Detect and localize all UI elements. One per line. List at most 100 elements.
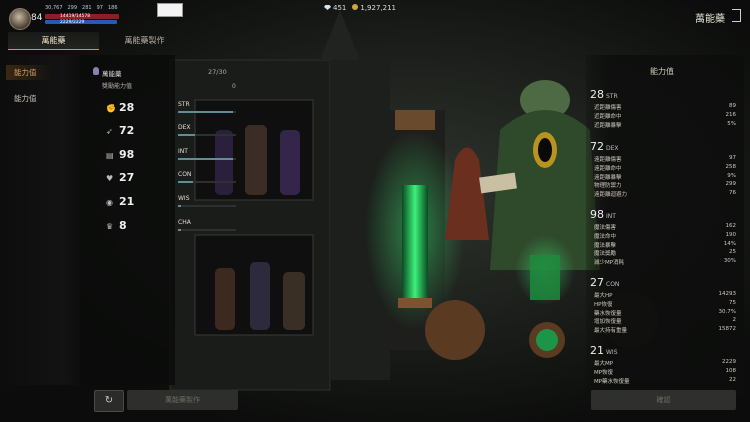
bar-label-str: STR [178, 101, 190, 108]
gem-counter: 451 [324, 4, 346, 12]
ability-row: 減少MP消耗 30% [594, 258, 736, 266]
stat-row-con: ♥ 27 [106, 171, 134, 184]
ability-row-label: HP恢復 [594, 301, 613, 308]
feather-icon: ➶ [106, 126, 113, 136]
ability-group-value: 98 [590, 208, 604, 221]
tab-potion-craft[interactable]: 萬能藥製作 [99, 32, 190, 50]
hp-text: 14419/14578 [60, 14, 91, 19]
bar-label-dex: DEX [178, 124, 191, 131]
hud-stat-d: 186 [107, 5, 118, 11]
ability-row-value: 216 [725, 111, 737, 118]
ability-row-label: 魔法暴擊 [594, 242, 617, 249]
ability-row: 增加恢復量 2 [594, 317, 736, 325]
bar-fill [178, 111, 234, 113]
hud-stat-c: 97 [96, 5, 103, 11]
ability-row-label: 遠距離暴擊 [594, 174, 622, 181]
crown-icon: ♛ [106, 221, 114, 231]
ability-row: 最大HP 14293 [594, 291, 736, 299]
eye-icon: ◉ [106, 197, 113, 207]
potion-bonus-value: 0 [232, 83, 236, 90]
potion-bonus-label: 獎勵能力值 [102, 83, 133, 90]
potion-count: 27/30 [208, 68, 227, 76]
ability-row-value: 108 [725, 367, 737, 374]
ability-row-value: 299 [725, 181, 737, 188]
bar-dex [178, 134, 236, 136]
diamond-icon [324, 5, 331, 10]
stat-value: 28 [119, 101, 135, 114]
ability-row-value: 2 [732, 317, 737, 324]
ability-row: 遠距離暴擊 9% [594, 173, 736, 181]
gold-counter: 1,927,211 [352, 4, 396, 12]
ability-row-value: 75 [729, 299, 736, 306]
coin-icon [352, 4, 359, 10]
tab-bar: 萬能藥 萬能藥製作 [8, 32, 190, 50]
ability-group-value: 27 [590, 276, 604, 289]
ability-row: 遠距離迴避力 76 [594, 190, 736, 198]
ability-group-value: 72 [590, 140, 604, 153]
stat-value: 8 [119, 219, 127, 232]
bar-label-wis: WIS [178, 195, 190, 202]
ability-row: 藥水恢復量 30.7% [594, 309, 736, 317]
page-title: 萬能藥 [695, 14, 725, 25]
sidebar-item-label: 能力值 [14, 68, 37, 77]
gem-amount: 451 [333, 4, 347, 12]
hud-white-box [157, 3, 183, 17]
create-potion-button[interactable]: 萬能藥製作 [127, 390, 238, 410]
ability-row-label: 遠距離迴避力 [594, 192, 628, 199]
bar-fill [178, 181, 193, 183]
ability-row: HP恢復 75 [594, 300, 736, 308]
tab-potion[interactable]: 萬能藥 [8, 32, 99, 50]
ability-row-value: 89 [729, 103, 736, 109]
ability-group-head: 98 INT [590, 208, 616, 221]
ability-row-label: MP藥水恢復量 [594, 378, 630, 385]
stat-row-int: ▤ 98 [106, 148, 134, 161]
sidebar: 能力值 能力值 [0, 55, 80, 385]
ability-row: 近距離傷害 89 [594, 103, 736, 111]
ability-row-label: 最大持有重量 [594, 328, 628, 335]
stat-value: 21 [119, 195, 135, 208]
bar-fill [178, 229, 181, 231]
ability-group-key: DEX [606, 145, 619, 152]
ability-group-key: INT [606, 213, 616, 220]
player-avatar[interactable] [9, 8, 31, 30]
potion-icon [93, 67, 99, 75]
bar-str [178, 111, 236, 113]
ability-row-label: 魔法獎勵 [594, 251, 617, 258]
ability-row: MP藥水恢復量 22 [594, 377, 736, 385]
hud-stat-a: 299 [67, 5, 78, 11]
hud-stat-b: 281 [82, 5, 92, 11]
refresh-button[interactable]: ↻ [94, 390, 124, 412]
confirm-button[interactable]: 確認 [591, 390, 736, 410]
ability-row-value: 22 [729, 376, 736, 383]
gold-amount: 1,927,211 [360, 4, 397, 12]
exit-icon[interactable] [732, 9, 741, 22]
bar-label-int: INT [178, 148, 188, 155]
bar-fill [178, 134, 196, 136]
stat-row-dex: ➶ 72 [106, 124, 134, 137]
sidebar-item-ability-2[interactable]: 能力值 [14, 93, 37, 104]
ability-row-label: 近距離暴擊 [594, 122, 622, 129]
ability-group-head: 72 DEX [590, 140, 619, 153]
sidebar-item-ability[interactable]: 能力值 [6, 65, 53, 80]
ability-group-value: 21 [590, 344, 604, 357]
mp-text: 2229/2229 [60, 20, 85, 25]
ability-row-label: 魔法命中 [594, 233, 617, 240]
ability-group-key: STR [606, 93, 618, 100]
ability-row-label: 最大HP [594, 293, 613, 299]
combat-power: 30,767 [45, 5, 63, 11]
ability-row-label: 遠距離命中 [594, 165, 622, 172]
ability-row-value: 2229 [722, 359, 736, 365]
stat-value: 98 [119, 148, 135, 161]
ability-group-value: 28 [590, 88, 604, 101]
hud-stat-strip: 30,767 299 281 97 186 [45, 5, 118, 11]
bar-con [178, 181, 236, 183]
ability-group-head: 28 STR [590, 88, 618, 101]
ability-row-label: 減少MP消耗 [594, 260, 625, 267]
ability-row-value: 5% [727, 120, 736, 127]
bar-label-cha: CHA [178, 219, 191, 226]
ability-row: 魔法暴擊 14% [594, 241, 736, 249]
ability-panel-title: 能力值 [650, 67, 674, 76]
potion-name: 萬能藥 [102, 70, 122, 78]
ability-row-label: 藥水恢復量 [594, 310, 622, 317]
ability-row-label: 近距離傷害 [594, 105, 622, 111]
